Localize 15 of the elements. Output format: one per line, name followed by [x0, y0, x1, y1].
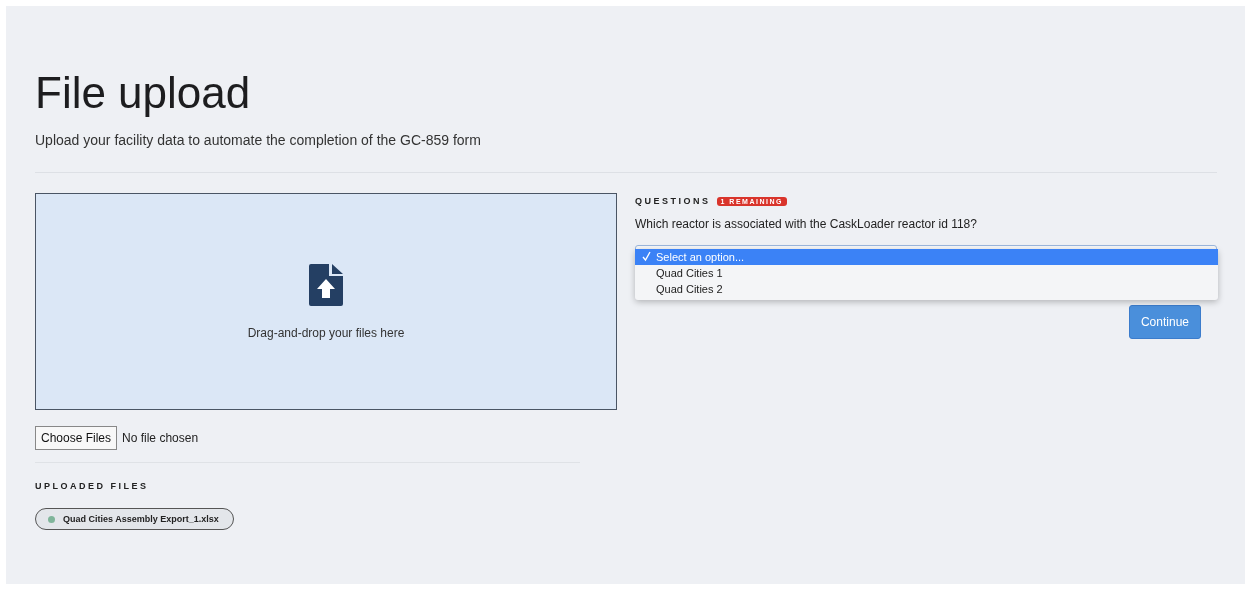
page-title: File upload: [35, 68, 252, 118]
dropdown-option[interactable]: Quad Cities 1: [635, 265, 1218, 281]
page-subtitle: Upload your facility data to automate the completion of the GC-859 form: [35, 132, 482, 148]
check-icon: [642, 249, 651, 263]
choose-files-button[interactable]: Choose Files: [35, 426, 118, 450]
section-heading: QUESTIONS: [635, 196, 711, 206]
dropdown-option[interactable]: Quad Cities 2: [635, 281, 1218, 297]
question-text: Which reactor is associated with the CaskLoader reactor id 118?: [635, 217, 978, 231]
file-status: No file chosen: [122, 431, 199, 445]
dropdown-option[interactable]: Select an option...: [635, 249, 1218, 265]
dropzone[interactable]: Drag-and-drop your files here: [35, 193, 617, 410]
file-upload-icon: [309, 263, 343, 306]
section-heading: UPLOADED FILES: [35, 481, 150, 491]
dropzone-text: Drag-and-drop your files here: [247, 325, 405, 340]
file-chip[interactable]: Quad Cities Assembly Export_1.xlsx: [35, 508, 234, 530]
